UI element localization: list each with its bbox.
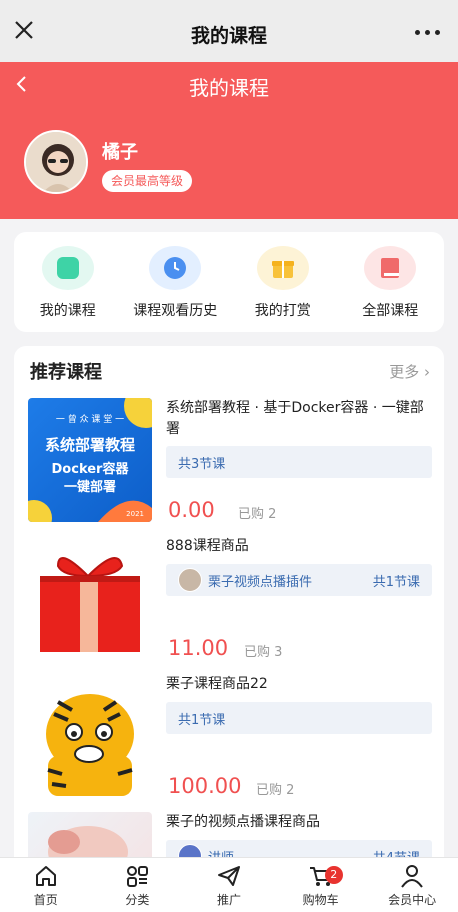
course-name: 栗子的视频点播课程商品: [166, 814, 320, 830]
quick-link-my-courses[interactable]: 我的课程: [18, 246, 118, 332]
gift-icon: [256, 246, 309, 290]
quick-link-all-courses[interactable]: 全部课程: [340, 246, 440, 332]
course-price: 0.00: [168, 498, 215, 522]
user-icon: [401, 865, 423, 888]
quick-links-card: 我的课程 课程观看历史 我的打赏 全部课程: [14, 232, 444, 332]
home-icon: [35, 866, 56, 886]
course-name: 栗子课程商品22: [166, 676, 268, 692]
tab-cart[interactable]: 2 购物车: [275, 858, 367, 912]
lesson-count: 共1节课: [372, 574, 420, 590]
quick-link-label: 我的打赏: [254, 303, 311, 319]
wallet-icon: [41, 246, 94, 290]
sold-count: 已购 2: [238, 507, 277, 522]
teacher-name: 栗子视频点播插件: [208, 574, 313, 590]
page-title: 我的课程: [189, 76, 269, 100]
lesson-count: 共1节课: [178, 712, 226, 728]
course-meta: 共3节课: [166, 446, 432, 478]
top-nav-bar: 我的课程: [0, 0, 458, 62]
quick-link-label: 我的课程: [39, 303, 96, 319]
quick-link-rewards[interactable]: 我的打赏: [233, 246, 333, 332]
tab-promote[interactable]: 推广: [183, 858, 275, 912]
sold-count: 已购 2: [256, 783, 295, 798]
course-price: 100.00: [168, 774, 242, 798]
course-thumbnail: [28, 674, 152, 798]
profile-header: 我的课程 橘子 会员最高等级: [0, 62, 458, 219]
window-title: 我的课程: [190, 25, 267, 47]
recommended-courses-card: 推荐课程 更多 › 一 曾 众 课 堂 一 系统部署教程 Docker容器 一键…: [14, 346, 444, 906]
quick-link-label: 全部课程: [362, 303, 419, 319]
course-thumbnail: 一 曾 众 课 堂 一 系统部署教程 Docker容器 一键部署 2021: [28, 398, 152, 522]
clock-icon: [149, 246, 202, 290]
bottom-tab-bar: 首页 分类 推广 2 购物车 会员中心: [0, 857, 458, 912]
quick-link-history[interactable]: 课程观看历史: [125, 246, 225, 332]
tab-category[interactable]: 分类: [92, 858, 184, 912]
course-item[interactable]: 888课程商品 栗子视频点播插件 共1节课 11.00 已购 3: [28, 536, 434, 666]
category-icon: [127, 866, 149, 887]
lesson-count: 共3节课: [178, 456, 226, 472]
course-meta: 栗子视频点播插件 共1节课: [166, 564, 432, 596]
course-thumbnail: [28, 536, 152, 660]
sold-count: 已购 3: [244, 645, 283, 660]
member-level-badge: 会员最高等级: [102, 170, 193, 192]
course-price: 11.00: [168, 636, 229, 660]
cart-badge: 2: [324, 866, 343, 884]
more-icon[interactable]: [415, 30, 440, 35]
course-meta: 共1节课: [166, 702, 432, 734]
avatar[interactable]: [24, 130, 88, 194]
book-icon: [364, 246, 417, 290]
quick-link-label: 课程观看历史: [133, 303, 218, 319]
course-item[interactable]: 一 曾 众 课 堂 一 系统部署教程 Docker容器 一键部署 2021 系统…: [28, 398, 434, 528]
more-link[interactable]: 更多 ›: [389, 361, 430, 382]
tab-member-center[interactable]: 会员中心: [366, 858, 458, 912]
course-item[interactable]: 栗子课程商品22 共1节课 100.00 已购 2: [28, 674, 434, 804]
send-icon: [217, 866, 240, 886]
course-name: 系统部署教程 · 基于Docker容器 · 一键部署: [166, 400, 424, 437]
teacher-avatar: [178, 568, 202, 592]
tab-home[interactable]: 首页: [0, 858, 92, 912]
chevron-right-icon: ›: [424, 363, 430, 381]
user-name: 橘子: [102, 142, 138, 163]
course-name: 888课程商品: [166, 538, 249, 554]
section-title: 推荐课程: [30, 362, 102, 383]
